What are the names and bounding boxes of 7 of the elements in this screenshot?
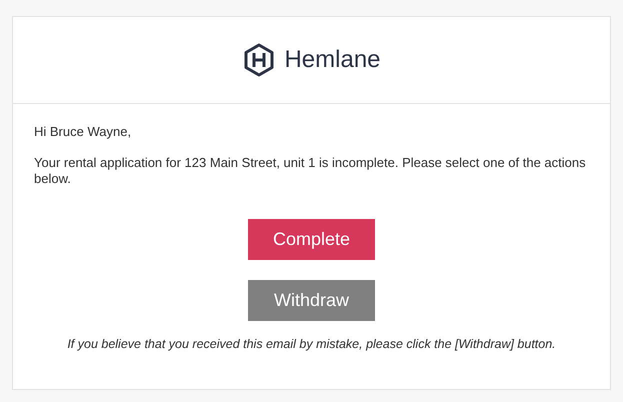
hexagon-logo-icon [242,43,276,77]
message-text: Your rental application for 123 Main Street, unit 1 is incomplete. Please select one of the actions below. [34,155,587,187]
withdraw-button[interactable]: Withdraw [248,280,375,321]
note-text: If you believe that you received this email by mistake, please click the [Withdraw] button. [66,337,557,351]
greeting-text: Hi Bruce Wayne, [34,124,132,139]
complete-button[interactable]: Complete [248,219,375,260]
brand-name: Hemlane [284,46,381,74]
